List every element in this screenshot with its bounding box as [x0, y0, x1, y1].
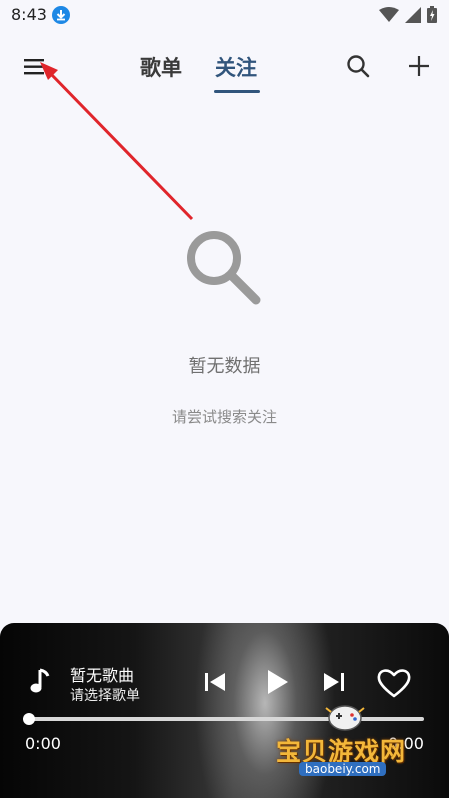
- battery-icon: [427, 6, 437, 23]
- add-icon[interactable]: [406, 53, 432, 79]
- song-subtitle: 请选择歌单: [70, 688, 140, 704]
- empty-search-icon: [187, 231, 261, 305]
- search-icon[interactable]: [345, 53, 371, 79]
- current-time: 0:00: [25, 734, 61, 753]
- gamepad-icon: [325, 705, 365, 731]
- watermark: 宝贝游戏网 baobeiy.com: [266, 700, 426, 792]
- play-icon[interactable]: [263, 667, 291, 697]
- status-bar: 8:43: [0, 0, 449, 32]
- next-track-icon[interactable]: [321, 669, 347, 695]
- wifi-icon: [379, 6, 399, 22]
- status-time: 8:43: [11, 5, 47, 24]
- download-icon: [52, 6, 70, 24]
- watermark-url: baobeiy.com: [299, 762, 387, 776]
- menu-icon[interactable]: [22, 54, 48, 80]
- previous-track-icon[interactable]: [202, 669, 228, 695]
- heart-icon[interactable]: [376, 667, 412, 699]
- active-tab-indicator: [214, 90, 260, 93]
- song-title: 暂无歌曲: [70, 666, 135, 685]
- tab-follow[interactable]: 关注: [215, 52, 257, 82]
- annotation-arrow: [40, 62, 194, 221]
- top-navigation: 歌单 关注: [0, 40, 449, 100]
- empty-hint: 请尝试搜索关注: [171, 408, 277, 426]
- signal-icon: [405, 6, 421, 23]
- music-note-icon: [30, 668, 50, 693]
- progress-thumb[interactable]: [23, 713, 35, 725]
- empty-title: 暂无数据: [188, 356, 261, 377]
- system-icons: [379, 6, 437, 23]
- tab-playlist[interactable]: 歌单: [140, 52, 182, 82]
